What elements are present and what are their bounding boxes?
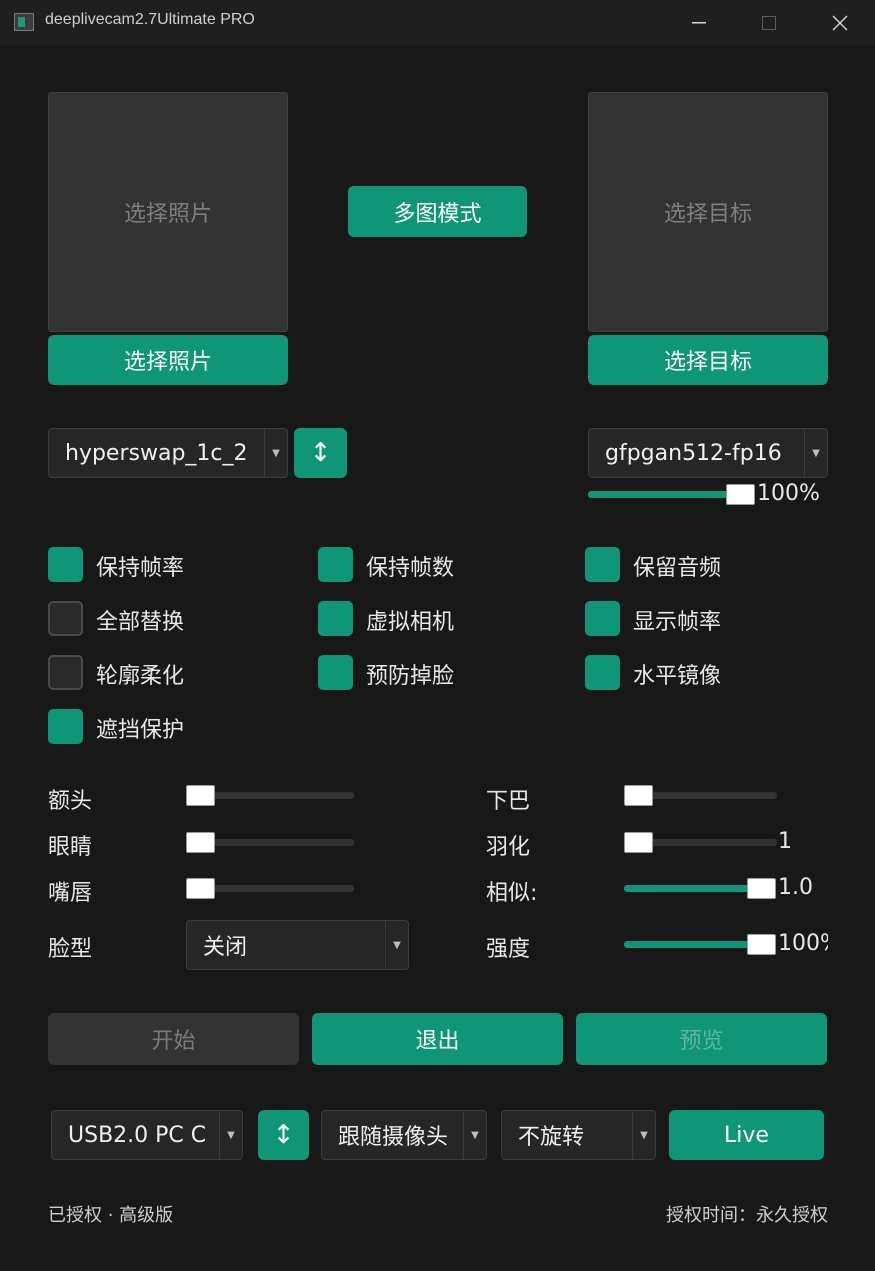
window-title: deeplivecam2.7Ultimate PRO: [45, 11, 255, 28]
minimize-button[interactable]: [664, 0, 734, 45]
camera-device-select[interactable]: USB2.0 PC C ▼: [51, 1110, 243, 1160]
similarity-slider-track[interactable]: [624, 885, 764, 892]
swap-model-select[interactable]: hyperswap_1c_2 ▼: [48, 428, 288, 478]
strength-label: 强度: [486, 937, 531, 962]
feather-slider-thumb[interactable]: [624, 832, 653, 853]
feather-label: 羽化: [486, 835, 531, 860]
license-status-text: 已授权 · 高级版: [48, 1205, 174, 1226]
occlusion-protect-label: 遮挡保护: [96, 718, 185, 743]
exit-button[interactable]: 退出: [312, 1013, 563, 1065]
follow-camera-select[interactable]: 跟随摄像头 ▼: [321, 1110, 487, 1160]
contour-soften-checkbox[interactable]: [48, 655, 83, 690]
license-time-text: 授权时间：永久授权: [666, 1205, 828, 1226]
chevron-down-icon: ▼: [632, 1111, 655, 1159]
occlusion-protect-checkbox[interactable]: [48, 709, 83, 744]
chin-slider-thumb[interactable]: [624, 785, 653, 806]
keep-fps-label: 保持帧率: [96, 556, 185, 581]
close-icon: [832, 15, 848, 30]
enhancer-value-text: 100%: [757, 481, 820, 506]
enhancer-slider-thumb[interactable]: [726, 484, 755, 505]
eyes-label: 眼睛: [48, 835, 93, 860]
forehead-slider-thumb[interactable]: [186, 785, 215, 806]
follow-camera-value: 跟随摄像头: [338, 1125, 449, 1150]
horizontal-mirror-label: 水平镜像: [633, 664, 722, 689]
face-shape-value: 关闭: [203, 935, 248, 960]
preview-button[interactable]: 预览: [576, 1013, 827, 1065]
similarity-label: 相似:: [486, 881, 538, 906]
close-button[interactable]: [805, 0, 875, 45]
app-icon: [14, 13, 34, 31]
swap-model-value: hyperswap_1c_2: [65, 440, 248, 466]
enhancer-slider-track[interactable]: [588, 491, 738, 498]
swap-vertical-icon: ↕: [272, 1120, 295, 1150]
chevron-down-icon: ▼: [385, 921, 408, 969]
forehead-label: 额头: [48, 789, 93, 814]
chevron-down-icon: ▼: [804, 429, 827, 477]
camera-swap-button[interactable]: ↕: [258, 1110, 309, 1160]
prevent-face-drop-label: 预防掉脸: [366, 664, 455, 689]
source-image-preview[interactable]: 选择照片: [48, 92, 288, 332]
face-shape-select[interactable]: 关闭 ▼: [186, 920, 409, 970]
minimize-icon: [692, 21, 706, 23]
select-target-button[interactable]: 选择目标: [588, 335, 828, 385]
enhancer-model-value: gfpgan512-fp16: [605, 440, 782, 466]
keep-frames-checkbox[interactable]: [318, 547, 353, 582]
eyes-slider-thumb[interactable]: [186, 832, 215, 853]
similarity-value-text: 1.0: [778, 875, 813, 900]
chevron-down-icon: ▼: [463, 1111, 486, 1159]
lips-label: 嘴唇: [48, 881, 93, 906]
strength-value-text: 100%: [778, 931, 828, 956]
face-shape-label: 脸型: [48, 937, 93, 962]
chin-label: 下巴: [486, 789, 531, 814]
replace-all-label: 全部替换: [96, 610, 185, 635]
prevent-face-drop-checkbox[interactable]: [318, 655, 353, 690]
keep-audio-label: 保留音频: [633, 556, 722, 581]
rotation-select[interactable]: 不旋转 ▼: [501, 1110, 656, 1160]
horizontal-mirror-checkbox[interactable]: [585, 655, 620, 690]
keep-fps-checkbox[interactable]: [48, 547, 83, 582]
chevron-down-icon: ▼: [264, 429, 287, 477]
maximize-button: [734, 0, 804, 45]
maximize-icon: [762, 15, 776, 30]
keep-audio-checkbox[interactable]: [585, 547, 620, 582]
keep-frames-label: 保持帧数: [366, 556, 455, 581]
start-button[interactable]: 开始: [48, 1013, 299, 1065]
virtual-camera-label: 虚拟相机: [366, 610, 455, 635]
target-image-preview[interactable]: 选择目标: [588, 92, 828, 332]
show-fps-checkbox[interactable]: [585, 601, 620, 636]
show-fps-label: 显示帧率: [633, 610, 722, 635]
chevron-down-icon: ▼: [219, 1111, 242, 1159]
feather-value-text: 1: [778, 829, 792, 854]
strength-slider-track[interactable]: [624, 941, 764, 948]
rotation-value: 不旋转: [518, 1125, 585, 1150]
select-source-button[interactable]: 选择照片: [48, 335, 288, 385]
similarity-slider-thumb[interactable]: [747, 878, 776, 899]
swap-model-toggle-button[interactable]: ↕: [294, 428, 347, 478]
strength-slider-thumb[interactable]: [747, 934, 776, 955]
multi-image-mode-button[interactable]: 多图模式: [348, 186, 527, 237]
lips-slider-thumb[interactable]: [186, 878, 215, 899]
camera-device-value: USB2.0 PC C: [68, 1122, 207, 1148]
live-button[interactable]: Live: [669, 1110, 824, 1160]
virtual-camera-checkbox[interactable]: [318, 601, 353, 636]
swap-vertical-icon: ↕: [309, 438, 332, 468]
enhancer-model-select[interactable]: gfpgan512-fp16 ▼: [588, 428, 828, 478]
replace-all-checkbox[interactable]: [48, 601, 83, 636]
contour-soften-label: 轮廓柔化: [96, 664, 185, 689]
